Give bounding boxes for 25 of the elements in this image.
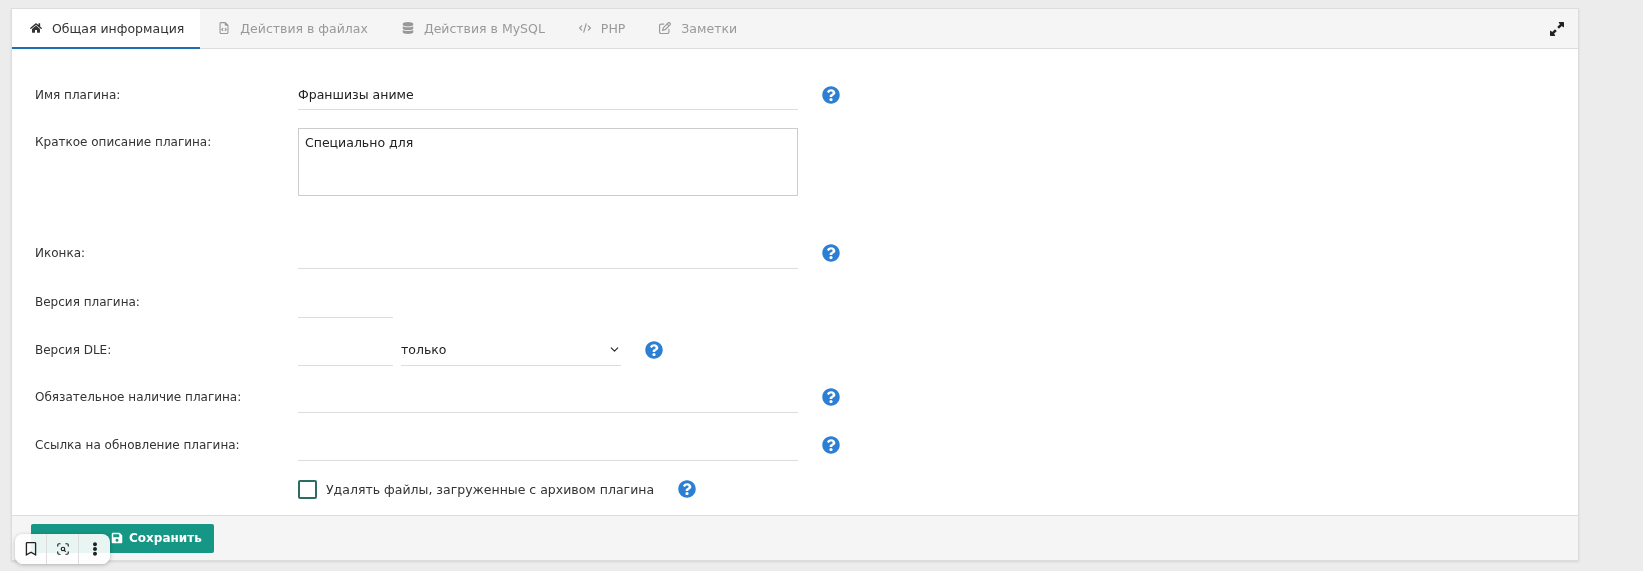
field-label: Версия плагина: (35, 295, 141, 309)
tab-icon (659, 22, 672, 34)
text-field[interactable]: Франшизы аниме (298, 79, 798, 110)
help-icon[interactable] (822, 244, 840, 262)
field-label: Краткое описание плагина: (35, 134, 213, 149)
tab-icon (401, 22, 414, 34)
field-label: Иконка: (35, 246, 87, 260)
help-icon[interactable] (822, 388, 840, 406)
help-icon[interactable] (822, 85, 840, 104)
tab[interactable]: Общая информация (12, 9, 201, 49)
delete-files-checkbox[interactable]: Удалять файлы, загруженные с архивом плагина (298, 479, 655, 499)
tab-icon (30, 22, 42, 34)
tab-icon (578, 22, 591, 34)
field-label: Версия DLE: (35, 343, 113, 357)
textarea-field[interactable]: Специально для (298, 128, 798, 196)
help-icon[interactable] (678, 480, 697, 498)
help-icon[interactable] (822, 436, 840, 454)
field-label: Имя плагина: (35, 87, 122, 102)
field-label: Обязательное наличие плагина: (35, 390, 243, 404)
help-icon[interactable] (645, 341, 663, 359)
tab-icon (218, 22, 231, 34)
select-field[interactable]: только (401, 334, 621, 366)
save-icon (111, 532, 123, 544)
field-label: Ссылка на обновление плагина: (35, 438, 241, 452)
expand-icon[interactable] (1550, 21, 1564, 36)
